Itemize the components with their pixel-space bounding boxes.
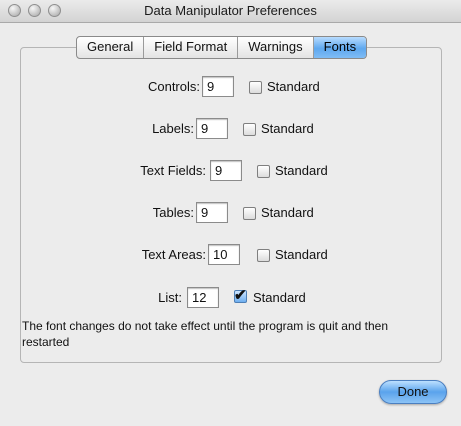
labels-standard-checkbox[interactable] xyxy=(243,123,256,136)
tables-size-field[interactable]: 9 xyxy=(196,202,228,223)
list-standard-label: Standard xyxy=(253,290,306,305)
text-fields-size-field[interactable]: 9 xyxy=(210,160,242,181)
list-label: List: xyxy=(158,290,182,305)
tab-warnings[interactable]: Warnings xyxy=(238,37,314,58)
done-button[interactable]: Done xyxy=(379,380,447,404)
list-size-field[interactable]: 12 xyxy=(187,287,219,308)
tab-general[interactable]: General xyxy=(77,37,145,58)
controls-standard-checkbox[interactable] xyxy=(249,81,262,94)
checkmark-icon: ✔ xyxy=(234,287,247,304)
controls-standard-label: Standard xyxy=(267,79,320,94)
tab-bar: General Field Format Warnings Fonts xyxy=(76,36,368,59)
tables-standard-checkbox[interactable] xyxy=(243,207,256,220)
labels-standard-label: Standard xyxy=(261,121,314,136)
title-bar[interactable]: Data Manipulator Preferences xyxy=(0,0,461,23)
text-areas-standard-label: Standard xyxy=(275,247,328,262)
text-fields-label: Text Fields: xyxy=(140,163,206,178)
text-areas-label: Text Areas: xyxy=(141,247,206,262)
controls-label: Controls: xyxy=(147,79,200,94)
controls-size-field[interactable]: 9 xyxy=(202,76,234,97)
labels-size-field[interactable]: 9 xyxy=(196,118,228,139)
window-title: Data Manipulator Preferences xyxy=(144,3,317,18)
text-areas-size-field[interactable]: 10 xyxy=(208,244,240,265)
tables-standard-label: Standard xyxy=(261,205,314,220)
tab-field-format[interactable]: Field Format xyxy=(144,37,239,58)
text-fields-standard-label: Standard xyxy=(275,163,328,178)
labels-label: Labels: xyxy=(152,121,194,136)
text-fields-standard-checkbox[interactable] xyxy=(257,165,270,178)
text-areas-standard-checkbox[interactable] xyxy=(257,249,270,262)
list-standard-checkbox[interactable]: ✔ xyxy=(234,287,247,304)
tables-label: Tables: xyxy=(152,205,194,220)
preferences-window: Data Manipulator Preferences General Fie… xyxy=(0,0,461,426)
restart-note: The font changes do not take effect unti… xyxy=(22,319,389,349)
tab-fonts[interactable]: Fonts xyxy=(313,37,367,58)
